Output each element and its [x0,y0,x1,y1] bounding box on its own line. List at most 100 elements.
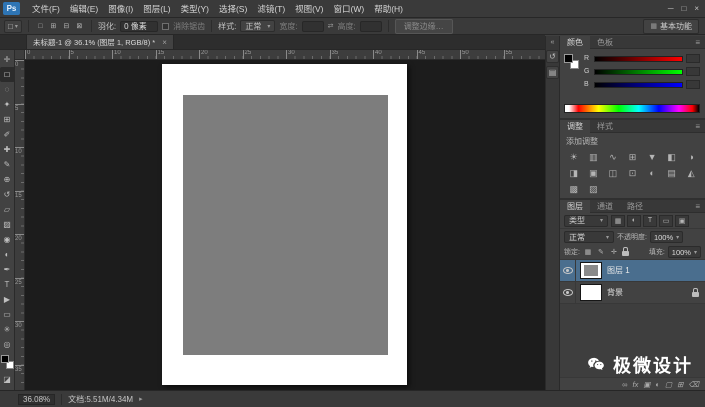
lock-paint-icon[interactable]: ✎ [596,247,606,257]
adj-black-white-icon[interactable]: ◨ [564,166,584,180]
pen-tool[interactable]: ✒ [0,262,15,277]
tab-swatches[interactable]: 色板 [590,36,620,49]
menu-view[interactable]: 视图(V) [290,3,328,15]
layer-style-icon[interactable]: fx [633,378,639,391]
layer-thumbnail[interactable] [580,284,602,301]
adj-hue-saturation-icon[interactable]: ◧ [662,150,682,164]
adj-levels-icon[interactable]: ▥ [584,150,604,164]
path-selection-tool[interactable]: ▶ [0,292,15,307]
green-value-field[interactable] [686,67,700,76]
hand-tool[interactable]: ✳ [0,322,15,337]
new-layer-icon[interactable]: ⊞ [677,378,683,391]
menu-help[interactable]: 帮助(H) [369,3,408,15]
rectangular-marquee-tool[interactable]: □ [0,67,15,82]
lock-position-icon[interactable]: ✛ [609,247,619,257]
tab-paths[interactable]: 路径 [620,200,650,213]
crop-tool[interactable]: ⊞ [0,112,15,127]
adj-posterize-icon[interactable]: ▤ [662,166,682,180]
filter-adjustment-icon[interactable]: ◐ [627,214,641,227]
close-button[interactable]: × [694,4,699,13]
brush-tool[interactable]: ✎ [0,157,15,172]
adj-photo-filter-icon[interactable]: ▣ [584,166,604,180]
clone-stamp-tool[interactable]: ⊕ [0,172,15,187]
color-spectrum-ramp[interactable] [564,104,700,113]
move-tool[interactable]: ✛ [0,52,15,67]
subtract-from-selection-icon[interactable]: ⊟ [61,21,72,32]
restore-button[interactable]: □ [681,4,686,13]
tab-adjustments[interactable]: 调整 [560,120,590,133]
height-input[interactable] [359,20,382,32]
menu-filter[interactable]: 滤镜(T) [252,3,290,15]
menu-window[interactable]: 窗口(W) [329,3,370,15]
lock-all-icon[interactable] [621,247,629,256]
new-selection-icon[interactable]: □ [35,21,46,32]
blend-mode-select[interactable]: 正常 ▾ [564,231,614,243]
foreground-color-swatch[interactable] [0,355,9,363]
ruler-origin[interactable] [15,50,25,60]
adj-brightness-contrast-icon[interactable]: ☀ [564,150,584,164]
tab-color[interactable]: 颜色 [560,36,590,49]
new-adjustment-layer-icon[interactable]: ◐ [655,378,660,391]
visibility-toggle[interactable] [560,282,576,303]
layer-row[interactable]: 图层 1 [560,260,705,282]
close-tab-icon[interactable]: × [162,38,167,47]
quick-selection-tool[interactable]: ✦ [0,97,15,112]
eraser-tool[interactable]: ▱ [0,202,15,217]
lock-transparency-icon[interactable]: ▦ [583,247,593,257]
tab-channels[interactable]: 通道 [590,200,620,213]
intersect-selection-icon[interactable]: ⊠ [74,21,85,32]
document-canvas[interactable] [162,64,407,385]
workspace-switcher[interactable]: ▦ 基本功能 [643,18,699,34]
menu-image[interactable]: 图像(I) [103,3,138,15]
opacity-select[interactable]: 100% ▾ [649,231,684,243]
quick-mask-mode-icon[interactable]: ◪ [0,372,15,387]
green-slider[interactable] [594,68,683,75]
filter-pixel-icon[interactable]: ▦ [611,214,625,227]
foreground-color-swatch[interactable] [564,54,573,63]
layer-row[interactable]: 背景 [560,282,705,304]
status-options-arrow[interactable]: ▸ [139,395,143,403]
adj-threshold-icon[interactable]: ◭ [681,166,701,180]
panel-menu-icon[interactable]: ≡ [695,202,705,211]
menu-type[interactable]: 类型(Y) [176,3,214,15]
dodge-tool[interactable]: ◐ [0,247,15,262]
blue-value-field[interactable] [686,80,700,89]
type-tool[interactable]: T [0,277,15,292]
delete-layer-icon[interactable]: ⌫ [688,378,699,391]
refine-edge-button[interactable]: 调整边缘… [394,18,453,34]
healing-brush-tool[interactable]: ✚ [0,142,15,157]
fill-select[interactable]: 100% ▾ [667,246,701,258]
blur-tool[interactable]: ◉ [0,232,15,247]
color-panel-swatches[interactable] [564,54,579,69]
link-layers-icon[interactable]: ∞ [622,378,627,391]
adj-color-lookup-icon[interactable]: ⊡ [623,166,643,180]
width-input[interactable] [301,20,324,32]
lasso-tool[interactable]: ◌ [0,82,15,97]
eyedropper-tool[interactable]: ✐ [0,127,15,142]
adj-invert-icon[interactable]: ◐ [642,166,662,180]
new-group-icon[interactable]: ▢ [665,378,672,391]
document-tab[interactable]: 未标题-1 @ 36.1% (图层 1, RGB/8) * × [26,34,174,49]
add-layer-mask-icon[interactable]: ▣ [643,378,650,391]
visibility-toggle[interactable] [560,260,576,281]
menu-file[interactable]: 文件(F) [27,3,65,15]
properties-panel-icon[interactable]: ▤ [546,66,559,79]
panel-menu-icon[interactable]: ≡ [695,38,705,47]
menu-select[interactable]: 选择(S) [214,3,252,15]
expand-panels-icon[interactable]: « [551,38,555,47]
zoom-tool[interactable]: ◎ [0,337,15,352]
history-panel-icon[interactable]: ↺ [546,50,559,63]
filter-smart-icon[interactable]: ▣ [675,214,689,227]
tab-styles[interactable]: 样式 [590,120,620,133]
canvas-viewport[interactable] [25,60,545,390]
adj-exposure-icon[interactable]: ⊞ [623,150,643,164]
filter-shape-icon[interactable]: ▭ [659,214,673,227]
adj-channel-mixer-icon[interactable]: ◫ [603,166,623,180]
tool-preset-picker[interactable]: □ ▾ [4,19,22,33]
adj-vibrance-icon[interactable]: ▼ [642,150,662,164]
style-select[interactable]: 正常 ▾ [240,20,276,32]
adj-gradient-map-icon[interactable]: ▩ [564,182,584,196]
red-value-field[interactable] [686,54,700,63]
red-slider[interactable] [594,55,683,62]
anti-alias-checkbox[interactable] [162,22,170,30]
